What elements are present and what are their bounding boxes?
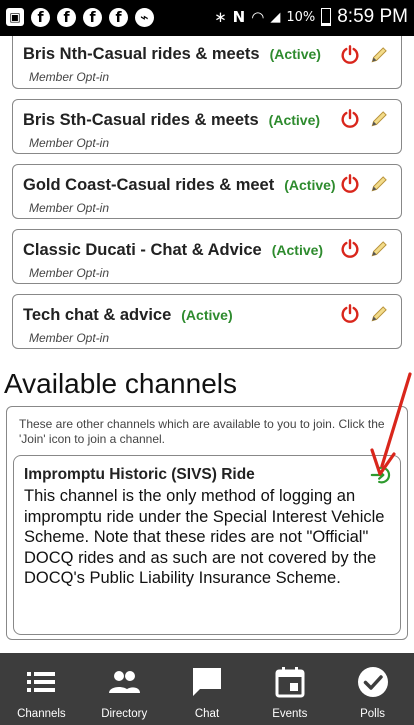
available-channel-title: Impromptu Historic (SIVS) Ride [24,466,255,483]
list-icon [27,672,56,692]
channel-status: (Active) [181,307,233,323]
nav-label: Channels [17,708,66,720]
available-channels-description: These are other channels which are avail… [19,417,385,446]
channel-card[interactable]: Classic Ducati - Chat & Advice (Active) M… [12,229,402,284]
channel-subtitle: Member Opt-in [29,136,110,150]
available-channel-card[interactable]: Impromptu Historic (SIVS) Ride This chan… [13,455,401,635]
wifi-icon: ◠ [251,8,265,26]
available-channels-heading: Available channels [4,368,237,399]
edit-icon[interactable] [369,45,389,65]
power-icon[interactable] [339,108,361,130]
nav-polls[interactable]: Polls [331,653,414,725]
status-bar: ▣ f f f f ⌁ ∗ N ◠ ◢ 10% 8:59 PM [0,0,414,36]
nav-label: Directory [101,708,148,720]
channel-card[interactable]: Bris Nth-Casual rides & meets (Active) Me… [12,36,402,89]
edit-icon[interactable] [369,109,389,129]
nav-directory[interactable]: Directory [83,653,166,725]
calendar-icon [275,667,305,698]
edit-icon[interactable] [369,304,389,324]
nav-label: Events [272,708,308,720]
clock: 8:59 PM [337,6,408,27]
facebook-notification-icon: f [83,8,102,27]
available-channel-description: This channel is the only method of loggi… [24,487,385,587]
channel-status: (Active) [269,46,321,62]
available-channels-panel: These are other channels which are avail… [6,406,408,640]
channel-card[interactable]: Bris Sth-Casual rides & meets (Active) Me… [12,99,402,154]
channel-title: Gold Coast-Casual rides & meet [23,176,275,194]
channel-subtitle: Member Opt-in [29,201,110,215]
channel-title: Classic Ducati - Chat & Advice [23,241,262,259]
nav-channels[interactable]: Channels [0,653,83,725]
notification-icons: ▣ f f f f ⌁ [6,8,154,27]
power-icon[interactable] [339,238,361,260]
edit-icon[interactable] [369,174,389,194]
battery-icon [321,8,332,26]
facebook-notification-icon: f [57,8,76,27]
signal-icon: ◢ [270,9,281,25]
channel-card[interactable]: Tech chat & advice (Active) Member Opt-in [12,294,402,349]
channel-title: Bris Nth-Casual rides & meets [23,45,260,63]
check-circle-icon [357,667,388,697]
battery-percent: 10% [286,9,316,25]
channel-subtitle: Member Opt-in [29,331,110,345]
bluetooth-icon: ∗ [214,8,227,26]
channel-title: Tech chat & advice [23,306,172,324]
nfc-icon: N [232,8,246,26]
power-icon[interactable] [339,173,361,195]
edit-icon[interactable] [369,239,389,259]
nav-events[interactable]: Events [248,653,331,725]
nav-label: Polls [360,708,386,720]
channel-card[interactable]: Gold Coast-Casual rides & meet (Active) M… [12,164,402,219]
channel-subtitle: Member Opt-in [29,266,110,280]
nav-label: Chat [194,708,220,720]
power-icon[interactable] [339,303,361,325]
channel-subtitle: Member Opt-in [29,70,110,84]
channel-title: Bris Sth-Casual rides & meets [23,111,259,129]
annotation-arrow-icon [370,372,412,476]
messenger-notification-icon: ⌁ [135,8,154,27]
gallery-notification-icon: ▣ [6,8,24,26]
chat-icon [192,668,221,696]
facebook-notification-icon: f [109,8,128,27]
nav-chat[interactable]: Chat [166,653,249,725]
channel-status: (Active) [268,112,321,128]
channel-status: (Active) [284,177,336,193]
subscribed-channel-list: Bris Nth-Casual rides & meets (Active) Me… [12,36,402,359]
system-indicators: ∗ N ◠ ◢ 10% 8:59 PM [214,6,408,28]
bottom-navigation: Channels Directory Chat Events Polls [0,653,414,725]
power-icon[interactable] [339,44,361,66]
channel-status: (Active) [271,242,324,258]
people-icon [109,671,141,693]
facebook-notification-icon: f [31,8,50,27]
